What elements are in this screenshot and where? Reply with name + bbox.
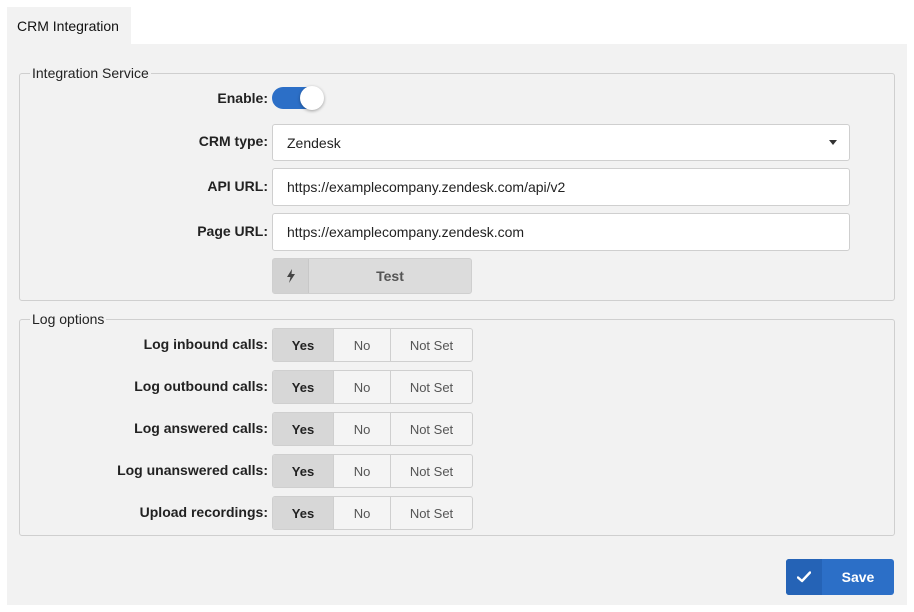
log-unanswered-not-set[interactable]: Not Set	[390, 455, 472, 487]
upload-recordings-toggle-group: Yes No Not Set	[272, 496, 473, 530]
enable-toggle[interactable]	[272, 86, 324, 110]
log-unanswered-no[interactable]: No	[333, 455, 390, 487]
tab-crm-integration[interactable]: CRM Integration	[7, 7, 131, 44]
crm-type-label: CRM type:	[198, 133, 268, 149]
log-unanswered-toggle-group: Yes No Not Set	[272, 454, 473, 488]
tab-label: CRM Integration	[17, 17, 119, 34]
log-unanswered-label: Log unanswered calls:	[117, 462, 268, 478]
test-button-label: Test	[376, 268, 404, 284]
upload-recordings-not-set[interactable]: Not Set	[390, 497, 472, 529]
log-outbound-no[interactable]: No	[333, 371, 390, 403]
upload-recordings-no[interactable]: No	[333, 497, 390, 529]
crm-type-select[interactable]: Zendesk	[272, 124, 850, 161]
bolt-icon	[273, 259, 309, 293]
log-outbound-toggle-group: Yes No Not Set	[272, 370, 473, 404]
log-unanswered-yes[interactable]: Yes	[273, 455, 333, 487]
log-inbound-toggle-group: Yes No Not Set	[272, 328, 473, 362]
log-inbound-not-set[interactable]: Not Set	[390, 329, 472, 361]
log-answered-not-set[interactable]: Not Set	[390, 413, 472, 445]
crm-integration-panel: Integration Service Log options Enable: …	[7, 44, 907, 605]
log-options-legend: Log options	[32, 311, 105, 327]
test-button[interactable]: Test	[272, 258, 472, 294]
enable-label: Enable:	[217, 90, 268, 106]
log-outbound-yes[interactable]: Yes	[273, 371, 333, 403]
log-inbound-no[interactable]: No	[333, 329, 390, 361]
log-answered-no[interactable]: No	[333, 413, 390, 445]
upload-recordings-yes[interactable]: Yes	[273, 497, 333, 529]
crm-type-value: Zendesk	[287, 134, 341, 151]
check-icon	[786, 559, 822, 595]
page-url-value: https://examplecompany.zendesk.com	[287, 224, 525, 240]
api-url-input[interactable]: https://examplecompany.zendesk.com/api/v…	[272, 168, 850, 206]
log-answered-label: Log answered calls:	[134, 420, 268, 436]
page-url-input[interactable]: https://examplecompany.zendesk.com	[272, 213, 850, 251]
toggle-knob	[300, 86, 324, 110]
save-button[interactable]: Save	[786, 559, 894, 595]
log-outbound-label: Log outbound calls:	[134, 378, 268, 394]
save-button-label: Save	[841, 569, 875, 585]
page-url-label: Page URL:	[197, 223, 268, 239]
integration-service-legend: Integration Service	[32, 65, 149, 81]
chevron-down-icon	[829, 140, 837, 145]
log-inbound-label: Log inbound calls:	[143, 336, 268, 352]
api-url-value: https://examplecompany.zendesk.com/api/v…	[287, 179, 566, 195]
log-answered-yes[interactable]: Yes	[273, 413, 333, 445]
upload-recordings-label: Upload recordings:	[139, 504, 268, 520]
log-answered-toggle-group: Yes No Not Set	[272, 412, 473, 446]
api-url-label: API URL:	[207, 178, 268, 194]
log-inbound-yes[interactable]: Yes	[273, 329, 333, 361]
log-outbound-not-set[interactable]: Not Set	[390, 371, 472, 403]
